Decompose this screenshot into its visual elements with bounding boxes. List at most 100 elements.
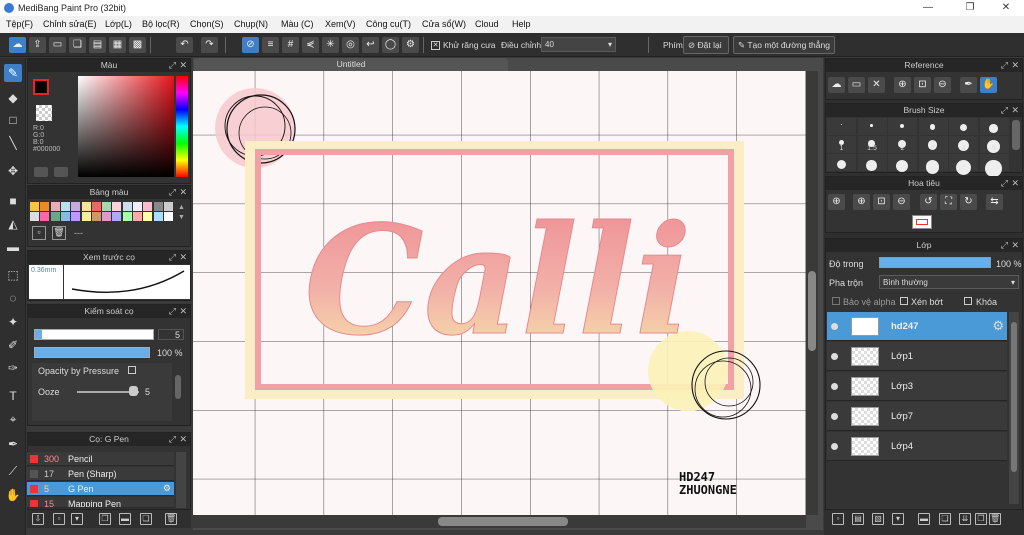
- eraser-tool-icon[interactable]: ◆: [4, 89, 22, 107]
- palette-swatch[interactable]: [133, 212, 142, 221]
- close-panel-icon[interactable]: ✕: [179, 305, 187, 318]
- brush-size-cell[interactable]: 3: [918, 136, 948, 153]
- palette-swatch[interactable]: [50, 202, 60, 211]
- brush-item-selected[interactable]: 5 G Pen ⚙: [27, 482, 174, 496]
- snap-vanish-icon[interactable]: ⋞: [302, 37, 319, 53]
- pen-tool-icon[interactable]: ⟋: [4, 462, 22, 480]
- palette-swatch[interactable]: [71, 212, 81, 221]
- palette-swatch[interactable]: [30, 212, 39, 221]
- visibility-icon[interactable]: [831, 383, 838, 390]
- gradient-tool-icon[interactable]: ▬: [4, 238, 22, 256]
- palette-swatch[interactable]: [133, 202, 142, 211]
- palette-swatch[interactable]: [50, 212, 60, 221]
- delete-palette-icon[interactable]: 🗑: [52, 226, 66, 240]
- palette-swatch[interactable]: [71, 202, 81, 211]
- scroll-down-icon[interactable]: ▼: [178, 214, 185, 221]
- magic-wand-icon[interactable]: ✦: [4, 313, 22, 331]
- visibility-icon[interactable]: [831, 323, 838, 330]
- brush-item[interactable]: 300 Pencil: [27, 452, 174, 466]
- zoom-in-icon[interactable]: ⊕: [894, 77, 911, 93]
- add-layer-menu-icon[interactable]: ▾: [892, 513, 904, 525]
- brush-list-scrollbar[interactable]: [176, 452, 186, 508]
- comment-icon[interactable]: ▭: [49, 37, 66, 53]
- expand-icon[interactable]: ⤢: [169, 59, 176, 72]
- palette-swatch[interactable]: [143, 202, 153, 211]
- layer-scrollbar[interactable]: [1009, 312, 1019, 504]
- blend-dropdown[interactable]: Bình thường ▾: [879, 275, 1019, 289]
- brush-size-cell[interactable]: [827, 154, 856, 171]
- text-tool-icon[interactable]: T: [4, 387, 22, 405]
- expand-icon[interactable]: ⤢: [1001, 104, 1008, 117]
- palette-swatch[interactable]: [122, 202, 132, 211]
- line-tool-icon[interactable]: ╲: [4, 134, 22, 152]
- flip-icon[interactable]: ⇆: [986, 194, 1003, 210]
- palette-swatch[interactable]: [112, 212, 122, 221]
- add-brush-icon[interactable]: ▾: [71, 513, 83, 525]
- eyedropper-icon[interactable]: ✒: [960, 77, 977, 93]
- close-panel-icon[interactable]: ✕: [1011, 239, 1019, 252]
- close-panel-icon[interactable]: ✕: [179, 251, 187, 264]
- close-panel-icon[interactable]: ✕: [1011, 59, 1019, 72]
- palette-swatch[interactable]: [30, 202, 39, 211]
- gear-icon[interactable]: ⚙: [992, 318, 1004, 334]
- opacity-slider[interactable]: [34, 347, 150, 358]
- menu-help[interactable]: Help: [512, 19, 531, 29]
- menu-select[interactable]: Chọn(S): [190, 19, 224, 29]
- select-pen-icon[interactable]: ✐: [4, 336, 22, 354]
- gear-icon[interactable]: ⚙: [163, 483, 171, 494]
- palette-swatch[interactable]: [122, 212, 132, 221]
- brush-size-cell[interactable]: 4: [949, 136, 978, 153]
- close-panel-icon[interactable]: ✕: [179, 433, 187, 446]
- brush-size-cell[interactable]: [979, 154, 1009, 177]
- merge-down-icon[interactable]: ⇊: [959, 513, 971, 525]
- new-8bit-layer-icon[interactable]: ▧: [872, 513, 884, 525]
- select-eraser-icon[interactable]: ✑: [4, 359, 22, 377]
- brush-size-cell[interactable]: [857, 118, 887, 135]
- new-layer-icon[interactable]: ▫: [832, 513, 844, 525]
- snap-off-icon[interactable]: ⊘: [242, 37, 259, 53]
- palette-swatch[interactable]: [153, 212, 163, 221]
- fit-icon[interactable]: ⊡: [873, 194, 890, 210]
- palette-swatch[interactable]: [40, 212, 50, 221]
- palette-swatch[interactable]: [153, 202, 163, 211]
- brush-size-cell[interactable]: [949, 154, 978, 175]
- fit-screen-icon[interactable]: ⛶: [940, 194, 957, 210]
- zoom-in-icon[interactable]: ⊕: [853, 194, 870, 210]
- fit-icon[interactable]: ⊡: [914, 77, 931, 93]
- layer-row[interactable]: Lớp4: [827, 432, 1007, 461]
- delete-layer-icon[interactable]: 🗑: [989, 513, 1001, 525]
- zoom-out-icon[interactable]: ⊖: [893, 194, 910, 210]
- close-reference-icon[interactable]: ✕: [868, 77, 885, 93]
- move-tool-icon[interactable]: ✥: [4, 162, 22, 180]
- restore-button[interactable]: ❐: [956, 0, 984, 16]
- size-value[interactable]: 5: [158, 329, 184, 340]
- rotate-right-icon[interactable]: ↻: [960, 194, 977, 210]
- scrollbar[interactable]: [1012, 120, 1020, 150]
- frame-icon[interactable]: ▦: [109, 37, 126, 53]
- expand-icon[interactable]: ⤢: [169, 186, 176, 199]
- eyedropper-tool-icon[interactable]: ✒: [4, 435, 22, 453]
- close-button[interactable]: ✕: [992, 0, 1020, 16]
- expand-icon[interactable]: ⤢: [169, 305, 176, 318]
- scroll-up-icon[interactable]: ▲: [178, 204, 185, 211]
- expand-icon[interactable]: ⤢: [1001, 59, 1008, 72]
- brush-settings-icon[interactable]: ❐: [99, 513, 111, 525]
- palette-swatch[interactable]: [91, 212, 101, 221]
- snap-cross-icon[interactable]: #: [282, 37, 299, 53]
- visibility-icon[interactable]: [831, 353, 838, 360]
- brush-tool-icon[interactable]: ✎: [4, 64, 22, 82]
- bucket-tool-icon[interactable]: ◭: [4, 215, 22, 233]
- straight-line-button[interactable]: ✎ Tạo một đường thẳng: [733, 36, 835, 54]
- brush-item[interactable]: 15 Mapping Pen: [27, 497, 174, 508]
- snap-radial-icon[interactable]: ✳: [322, 37, 339, 53]
- menu-color[interactable]: Màu (C): [281, 19, 314, 29]
- vertical-scrollbar[interactable]: [806, 71, 818, 515]
- brush-size-cell[interactable]: 1.5: [857, 136, 887, 153]
- new-palette-icon[interactable]: ▫: [32, 226, 46, 240]
- palette-swatch[interactable]: [163, 212, 173, 221]
- adjust-dropdown[interactable]: 40 ▾: [541, 37, 616, 52]
- close-panel-icon[interactable]: ✕: [179, 186, 187, 199]
- clipping-checkbox[interactable]: [900, 297, 908, 305]
- snap-settings-icon[interactable]: ⚙: [402, 37, 419, 53]
- redo-icon[interactable]: ↷: [201, 37, 218, 53]
